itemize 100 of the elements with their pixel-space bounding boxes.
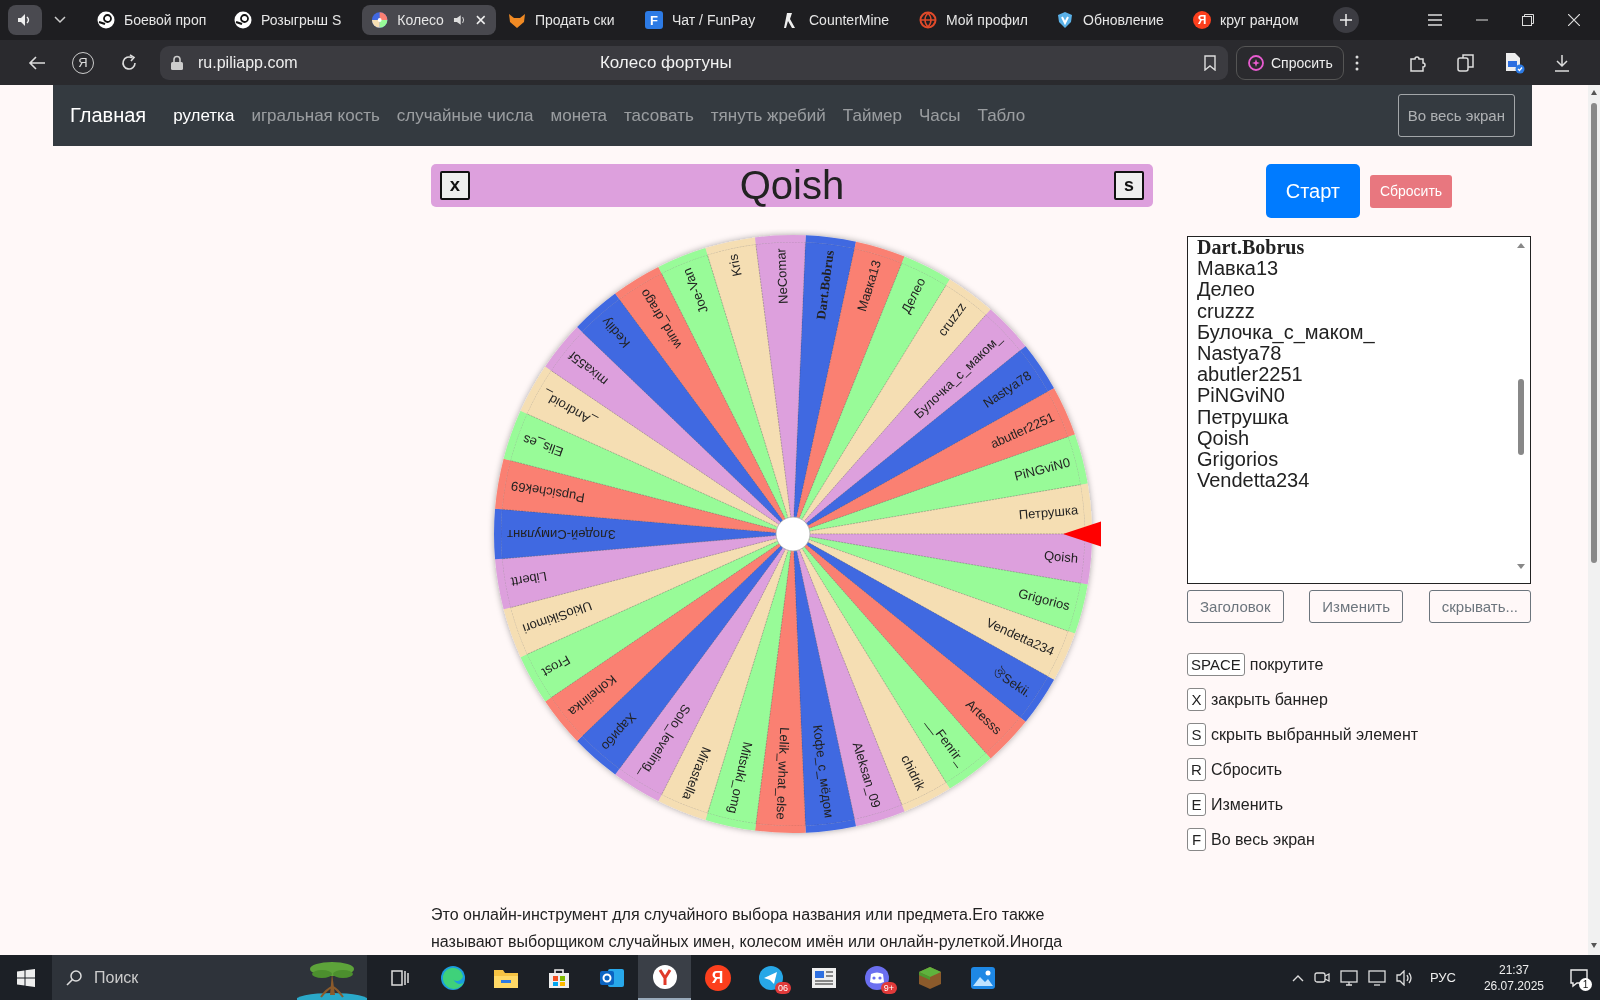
network-icon[interactable] [1367,969,1386,986]
segment-label: Elis_es [520,431,566,460]
windows-logo-icon[interactable] [17,968,35,987]
entry-action-button[interactable]: Заголовок [1187,590,1284,623]
reload-icon[interactable] [120,53,138,72]
nav-link[interactable]: игральная кость [251,105,380,126]
shortcut-label: Во весь экран [1211,830,1315,849]
taskbar-app[interactable]: 9+ [850,955,903,1000]
browser-tab[interactable]: Розыгрыш S [225,5,359,35]
color-wheel-icon [371,11,389,29]
shield-icon [1056,11,1074,29]
taskbar-app[interactable] [638,955,691,1000]
nav-link[interactable]: Табло [977,105,1026,126]
chevron-down-icon[interactable] [54,16,66,24]
language-indicator[interactable]: РУС [1429,970,1456,985]
nav-link[interactable]: монета [550,105,607,126]
entry-action-button[interactable]: Изменить [1309,590,1403,623]
browser-tab[interactable]: CounterMine [773,5,907,35]
start-button[interactable]: Старт [1265,164,1360,218]
task-view-icon [389,967,410,988]
shortcut-label: покрутите [1249,655,1324,674]
address-bar[interactable]: ru.piliapp.com Колесо фортуны [160,45,1228,80]
search-icon [66,969,82,986]
shortcut-key: E [1187,793,1206,816]
clock-time[interactable]: 21:37 [1498,961,1529,978]
bookmark-icon[interactable] [1204,54,1216,71]
notification-icon[interactable] [1569,967,1589,988]
swirl-icon [439,964,466,991]
restore-icon[interactable] [1522,14,1534,26]
document-icon[interactable] [1503,51,1525,74]
monitor-icon[interactable] [1339,969,1358,986]
lock-icon [170,54,184,71]
url-text: ru.piliapp.com [198,53,298,72]
taskbar-app[interactable]: 06 [744,955,797,1000]
shortcut-key: X [1187,688,1206,711]
browser-tab[interactable]: Боевой проп [88,5,222,35]
ask-button[interactable]: Спросить [1236,45,1344,80]
nav-link[interactable]: тасовать [624,105,694,126]
photo-icon [969,965,996,990]
browser-tab[interactable]: Мой профил [910,5,1044,35]
segment-label: chidrik [898,752,929,793]
winner-title: Qoish [739,163,845,208]
brand-link[interactable]: Главная [70,104,147,127]
shortcut-key: S [1187,723,1206,746]
fullscreen-button[interactable]: Во весь экран [1397,94,1515,137]
close-icon[interactable] [475,14,487,26]
entry-action-button[interactable]: скрывать... [1428,590,1531,623]
hide-item-key[interactable]: s [1114,171,1144,200]
chevron-up-icon[interactable] [1291,973,1304,982]
plus-icon [1340,14,1352,26]
segment-label: Петрушка [1018,502,1079,523]
browser-icon [651,963,678,990]
sparkle-icon [1247,53,1265,72]
wheel-hub [775,516,811,552]
grass-block-icon [916,964,943,991]
fox-icon [508,11,526,29]
segment-label: Pupsichek69 [509,478,586,506]
new-tab-button[interactable] [1333,7,1359,33]
meet-icon[interactable] [1313,969,1330,986]
taskbar-app[interactable]: Я [691,955,744,1000]
menu-icon[interactable] [1428,14,1442,26]
search-field[interactable]: Поиск [52,955,367,1000]
segment-label: Кофе_с_мёдом [810,723,837,819]
tab-audio-button[interactable] [8,5,42,35]
download-icon[interactable] [1554,53,1570,72]
volume-icon[interactable] [1395,969,1414,986]
browser-tab[interactable]: F Чат / FunPay [636,5,770,35]
nav-link[interactable]: рулетка [173,105,235,126]
back-icon[interactable] [28,54,46,71]
shortcut-label: скрыть выбранный элемент [1211,725,1419,744]
nav-link[interactable]: тянуть жребий [710,105,826,126]
close-banner-key[interactable]: x [440,171,470,200]
page-title: Колесо фортуны [598,52,733,73]
names-field[interactable]: Dart.Bobrus Мавка13 Делео cruzzz Булочка_с_маком_ Nastya78 abutler2251 PiNGviN0 Петрушка Qoish Grigorios Vendetta234 [1187,236,1531,584]
shortcut-key: R [1187,758,1206,781]
more-icon[interactable] [1354,54,1359,71]
nav-link[interactable]: случайные числа [396,105,534,126]
speaker-icon[interactable] [452,13,467,27]
circle-logo-icon [234,11,252,29]
shortcut-key: SPACE [1187,653,1245,676]
segment-label: Libertt [509,568,548,590]
segment-label: Kris [725,252,745,278]
shortcut-label: закрыть баннер [1211,690,1328,709]
browser-tab[interactable]: Продать ски [499,5,633,35]
browser-tab[interactable]: Колесо [362,5,496,35]
shortcut-label: Изменить [1211,795,1284,814]
nav-link[interactable]: Часы [919,105,961,126]
notification-badge: 06 [775,982,791,994]
segment-label: NeComar [773,247,791,305]
letter-icon: Я [704,964,731,991]
segment-label: Злодей-Симулянт [507,526,616,542]
close-icon[interactable] [1568,14,1580,26]
shortcut-key: F [1187,828,1206,851]
browser-tab[interactable]: Я круг рандом [1184,5,1318,35]
nav-link[interactable]: Таймер [842,105,903,126]
clock-date[interactable]: 26.07.2025 [1483,977,1544,994]
browser-tab[interactable]: Обновление [1047,5,1181,35]
shortcut-label: Сбросить [1211,760,1283,779]
collections-icon[interactable] [1456,52,1476,73]
notification-count: 1 [1579,977,1592,991]
